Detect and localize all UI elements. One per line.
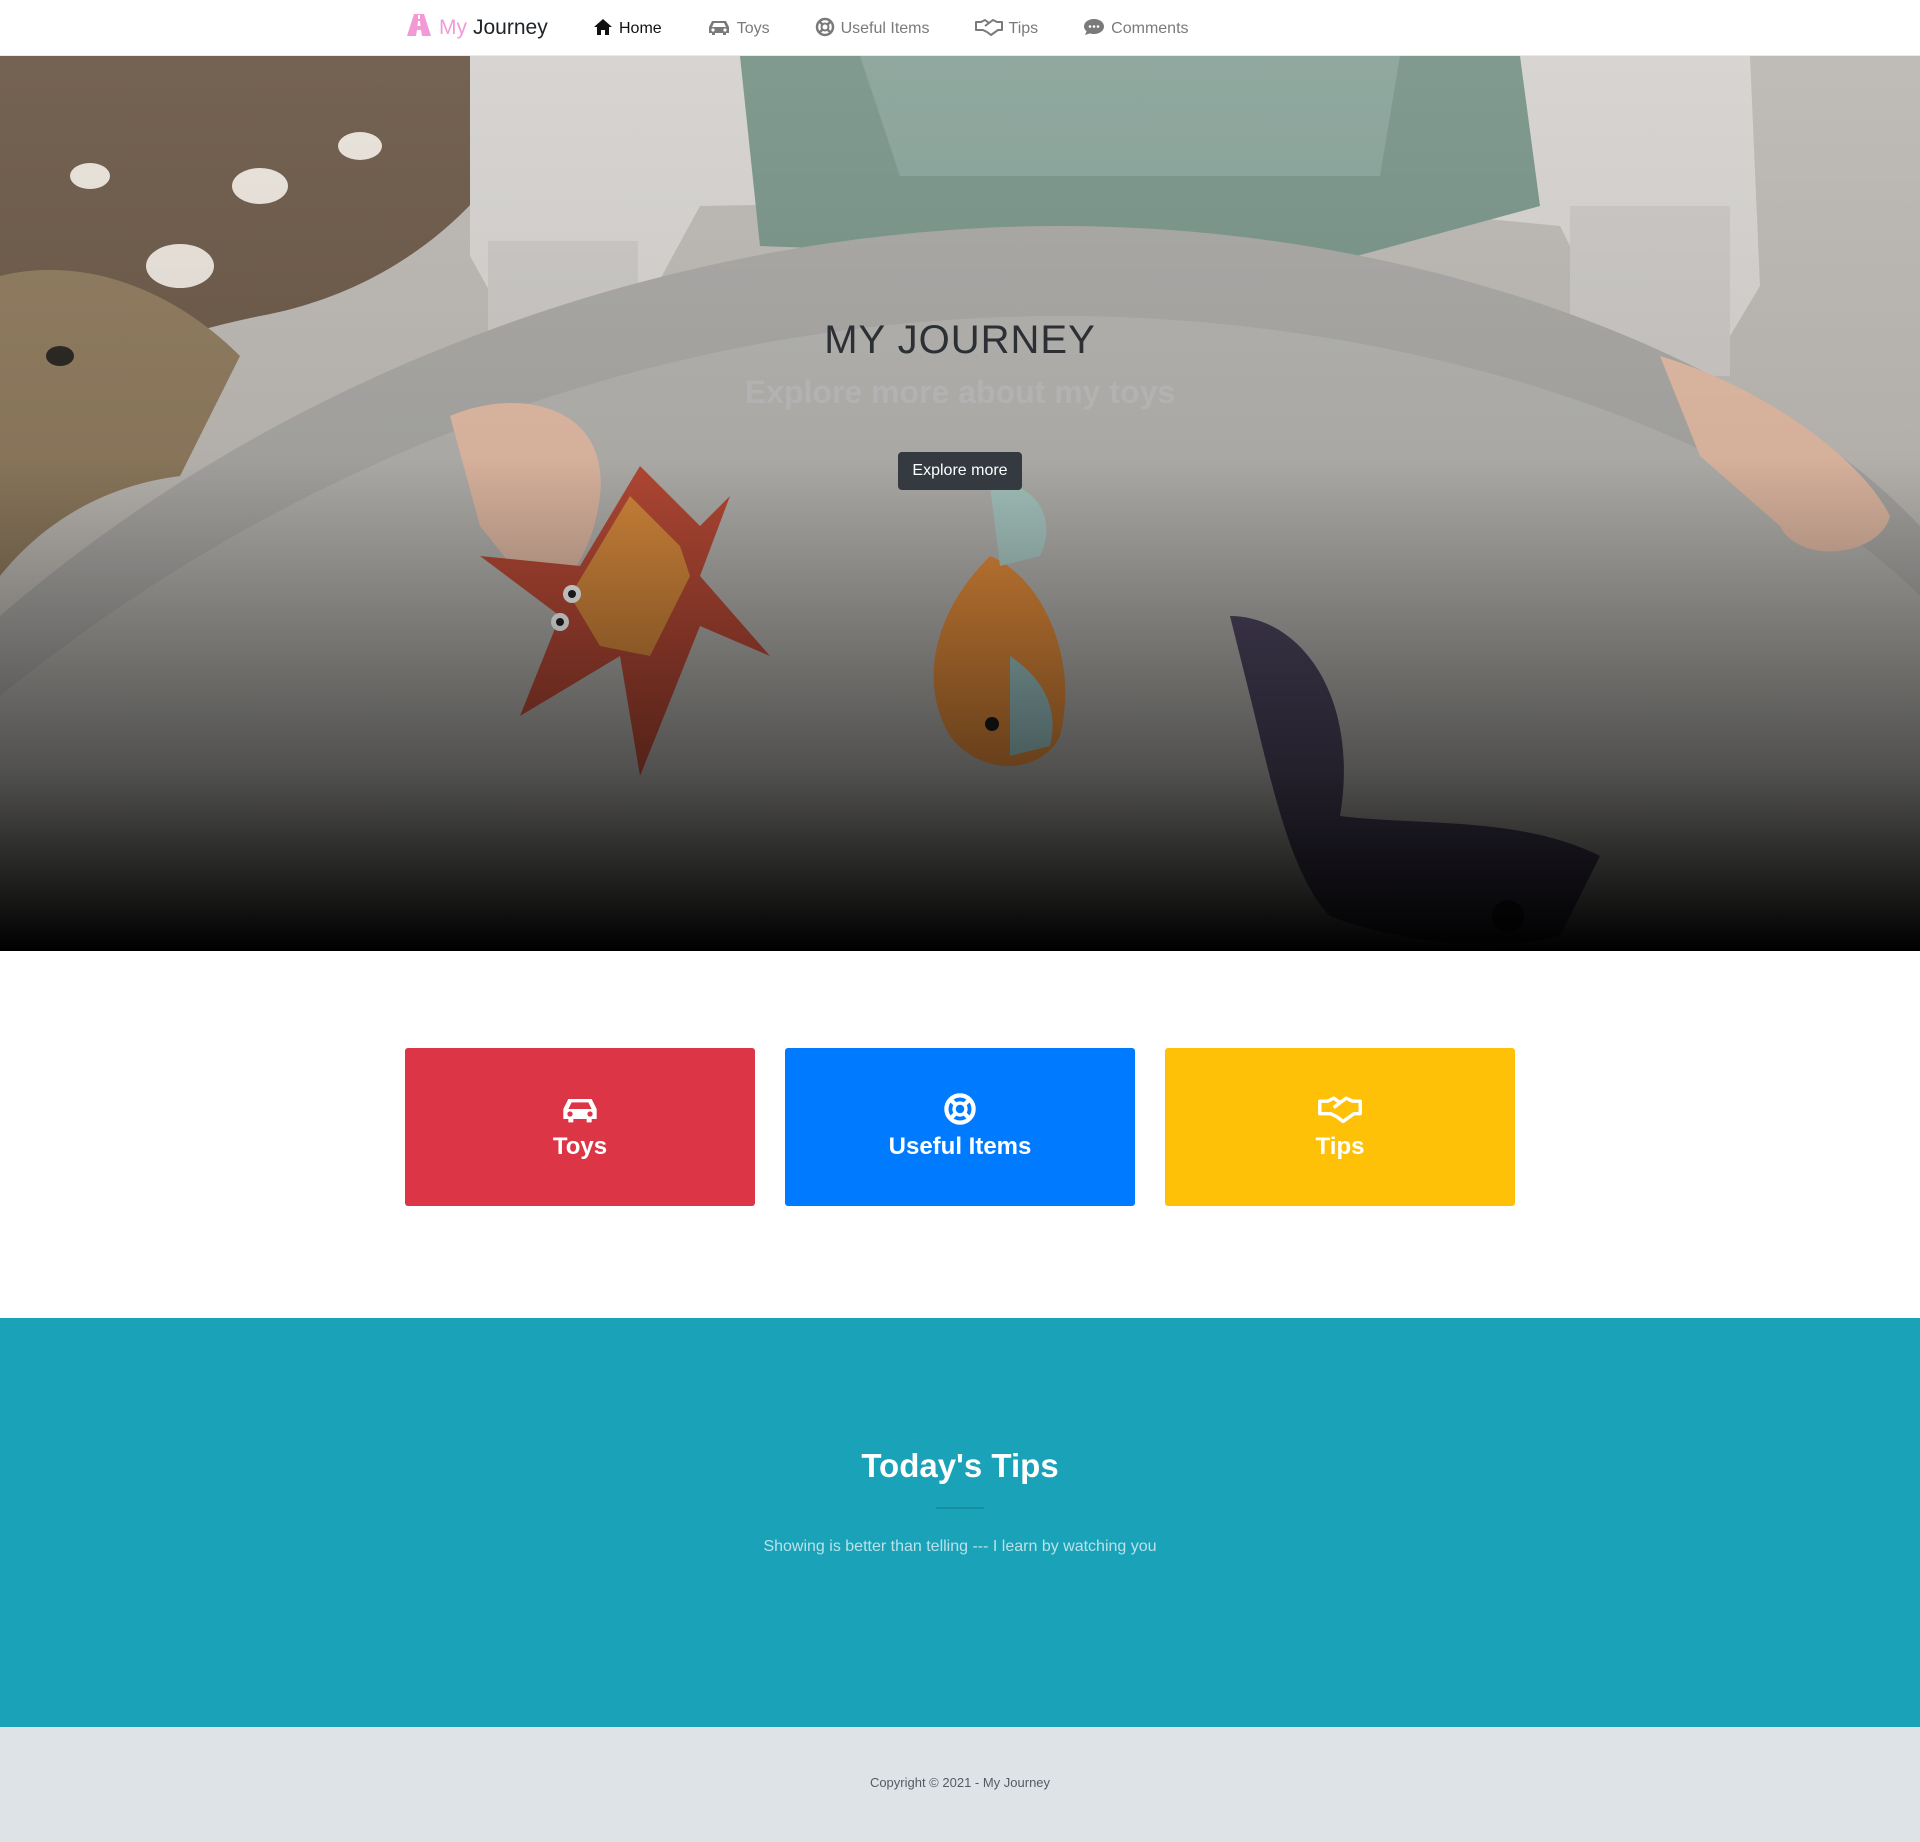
card-label-tips: Tips: [1315, 1133, 1365, 1160]
comment-dots-icon: [1083, 18, 1111, 41]
todays-tips-section: Today's Tips Showing is better than tell…: [0, 1318, 1920, 1727]
brand-my: My: [439, 16, 467, 39]
nav-item-useful-items[interactable]: Useful Items: [815, 17, 930, 41]
hero-content: MY JOURNEY Explore more about my toys Ex…: [0, 314, 1920, 490]
nav-item-tips[interactable]: Tips: [974, 17, 1039, 41]
card-toys[interactable]: Toys: [405, 1048, 755, 1206]
life-ring-icon: [943, 1091, 977, 1127]
nav-label-useful-items: Useful Items: [840, 20, 930, 37]
card-label-toys: Toys: [552, 1133, 608, 1160]
explore-more-button[interactable]: Explore more: [898, 452, 1022, 490]
card-tips[interactable]: Tips: [1165, 1048, 1515, 1206]
footer-copyright: Copyright © 2021 - My Journey: [869, 1775, 1051, 1790]
nav-item-comments[interactable]: Comments: [1083, 17, 1189, 41]
tips-divider: [936, 1507, 984, 1509]
nav-label-toys: Toys: [736, 20, 770, 37]
nav-label-tips: Tips: [1008, 20, 1039, 37]
nav-label-home: Home: [619, 20, 662, 37]
road-icon: [405, 13, 439, 43]
life-ring-icon: [815, 17, 841, 42]
car-icon: [560, 1091, 600, 1127]
tips-text: Showing is better than telling --- I lea…: [763, 1538, 1157, 1555]
car-icon: [707, 18, 737, 41]
category-cards: Toys Useful Items Tips: [405, 1048, 1515, 1206]
nav-item-toys[interactable]: Toys: [707, 17, 770, 41]
card-useful-items[interactable]: Useful Items: [785, 1048, 1135, 1206]
nav-item-home[interactable]: Home: [593, 17, 662, 41]
hero-subtitle: Explore more about my toys: [744, 374, 1176, 410]
hero-banner: MY JOURNEY Explore more about my toys Ex…: [0, 56, 1920, 951]
handshake-icon: [974, 18, 1009, 41]
top-navbar: My Journey Home Toys Useful Items Tips C…: [0, 0, 1920, 56]
handshake-icon: [1318, 1091, 1362, 1127]
brand-journey: Journey: [473, 16, 548, 39]
nav-label-comments: Comments: [1111, 20, 1189, 37]
tips-title: Today's Tips: [861, 1447, 1059, 1484]
card-label-useful-items: Useful Items: [888, 1133, 1032, 1160]
home-icon: [593, 18, 619, 41]
brand-logo[interactable]: My Journey: [405, 14, 548, 42]
hero-gradient-overlay: [0, 56, 1920, 951]
main-nav: Home Toys Useful Items Tips Comments: [593, 17, 1234, 41]
hero-title: MY JOURNEY: [824, 318, 1096, 362]
page-footer: Copyright © 2021 - My Journey: [0, 1727, 1920, 1842]
